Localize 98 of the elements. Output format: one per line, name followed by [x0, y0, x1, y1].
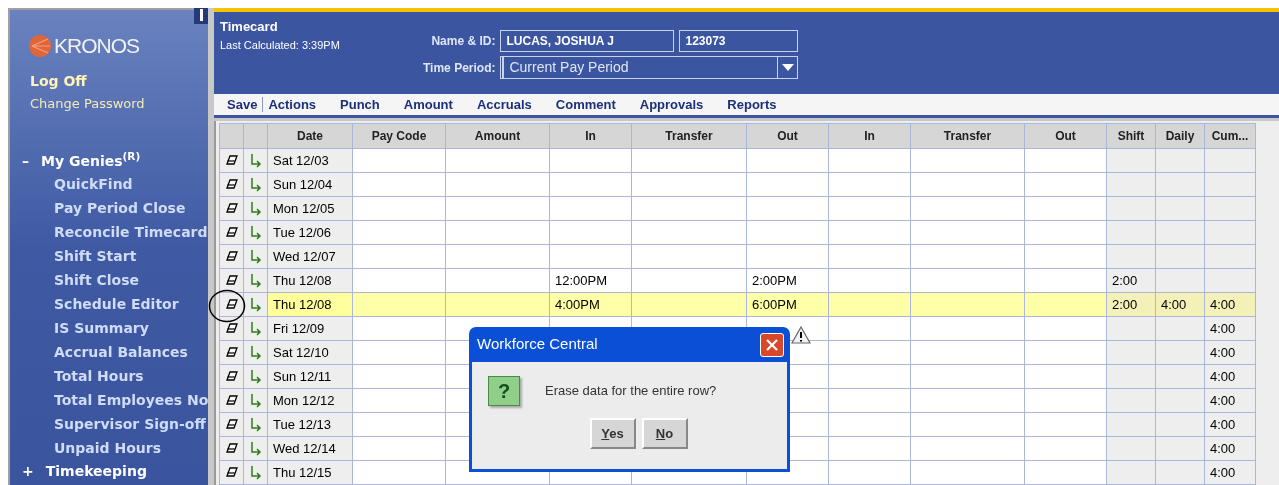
insert-arrow-icon[interactable]: [249, 201, 262, 216]
eraser-icon[interactable]: [225, 323, 238, 334]
eraser-icon[interactable]: [225, 179, 238, 190]
eraser-icon[interactable]: [225, 251, 238, 262]
eraser-icon[interactable]: [225, 299, 238, 310]
highlight-circle: [208, 289, 246, 323]
logo-text: KRONOS: [54, 33, 139, 59]
toolbar-menu-item[interactable]: Punch: [340, 94, 380, 115]
page-title: Timecard: [220, 18, 279, 36]
insert-arrow-icon[interactable]: [249, 153, 262, 168]
name-field[interactable]: LUCAS, JOSHUA J: [500, 30, 675, 52]
time-period-select[interactable]: Current Pay Period: [500, 56, 799, 79]
genie-link[interactable]: Reconcile Timecard: [10, 219, 208, 244]
genie-link[interactable]: Total Employees No: [10, 387, 208, 412]
time-cell: 12:00PM: [549, 268, 632, 293]
insert-arrow-icon[interactable]: [249, 297, 262, 312]
name-label: Name & ID:: [430, 33, 496, 50]
insert-arrow-icon[interactable]: [249, 225, 262, 240]
dialog-button[interactable]: No: [641, 418, 688, 449]
last-calculated: Last Calculated: 3:39PM: [220, 37, 341, 53]
genie-link[interactable]: Pay Period Close: [10, 195, 208, 220]
eraser-icon[interactable]: [225, 203, 238, 214]
table-row[interactable]: Sun 12/04: [219, 172, 1256, 197]
toolbar-menu-item[interactable]: Actions: [268, 94, 317, 115]
column-header[interactable]: Out: [746, 123, 829, 149]
close-button[interactable]: [760, 332, 784, 357]
eraser-icon[interactable]: [225, 155, 238, 166]
header-cell: [243, 123, 268, 149]
eraser-icon[interactable]: [225, 443, 238, 454]
toolbar-menu-item[interactable]: Amount: [403, 94, 453, 115]
column-header[interactable]: Date: [267, 123, 353, 149]
column-header[interactable]: Daily: [1155, 123, 1205, 149]
log-off-link[interactable]: Log Off: [30, 69, 208, 92]
eraser-icon[interactable]: [225, 371, 238, 382]
table-row[interactable]: Thu 12/08 4:00PM 6:00PM 2:00 4:00 4:00: [219, 292, 1256, 317]
section-title[interactable]: Timekeeping: [45, 459, 147, 482]
section-title[interactable]: My Genies$^{(R)}$: [41, 149, 141, 172]
column-header[interactable]: Pay Code: [352, 123, 446, 149]
table-row[interactable]: Mon 12/05: [219, 196, 1256, 221]
table-row[interactable]: Wed 12/07: [219, 244, 1256, 269]
insert-arrow-icon[interactable]: [249, 321, 262, 336]
warning-icon: [791, 326, 811, 344]
collapse-handle[interactable]: [194, 8, 208, 24]
table-row[interactable]: Sat 12/03: [219, 148, 1256, 173]
time-cell: 4:00PM: [549, 292, 632, 317]
column-header[interactable]: Transfer: [910, 123, 1025, 149]
column-header[interactable]: Cum...: [1204, 123, 1256, 149]
toolbar-menu-item[interactable]: Accruals: [476, 94, 532, 115]
eraser-icon[interactable]: [225, 227, 238, 238]
table-row[interactable]: Tue 12/06: [219, 220, 1256, 245]
header-cell: [219, 123, 244, 149]
genie-link[interactable]: IS Summary: [10, 315, 208, 340]
insert-arrow-icon[interactable]: [249, 345, 262, 360]
eraser-icon[interactable]: [225, 347, 238, 358]
eraser-icon[interactable]: [225, 419, 238, 430]
time-cell: 6:00PM: [746, 292, 829, 317]
insert-arrow-icon[interactable]: [249, 273, 262, 288]
column-header[interactable]: Out: [1024, 123, 1107, 149]
column-header[interactable]: In: [549, 123, 632, 149]
logo-icon: [28, 33, 52, 58]
change-password-link[interactable]: Change Password: [30, 91, 208, 116]
eraser-icon[interactable]: [225, 467, 238, 478]
dropdown-caret-icon[interactable]: [781, 64, 794, 71]
genie-link[interactable]: Shift Close: [10, 267, 208, 292]
insert-arrow-icon[interactable]: [249, 393, 262, 408]
dialog-message: Erase data for the entire row?: [545, 382, 717, 401]
time-cell: 2:00PM: [746, 268, 829, 293]
id-field[interactable]: 123073: [679, 30, 799, 52]
genie-link[interactable]: QuickFind: [10, 171, 208, 196]
genie-link[interactable]: Unpaid Hours: [10, 435, 208, 460]
column-header[interactable]: Amount: [445, 123, 550, 149]
column-header[interactable]: Shift: [1106, 123, 1156, 149]
eraser-icon[interactable]: [225, 275, 238, 286]
insert-arrow-icon[interactable]: [249, 417, 262, 432]
genie-link[interactable]: Supervisor Sign-off: [10, 411, 208, 436]
genie-link[interactable]: Schedule Editor: [10, 291, 208, 316]
toggle-sign[interactable]: –: [22, 149, 29, 172]
genie-link[interactable]: Total Hours: [10, 363, 208, 388]
genie-link[interactable]: Shift Start: [10, 243, 208, 268]
question-icon: ?: [488, 376, 520, 406]
eraser-icon[interactable]: [225, 395, 238, 406]
toolbar-menu-item[interactable]: Save: [227, 94, 258, 115]
time-period-label: Time Period:: [423, 59, 496, 77]
column-header[interactable]: Transfer: [631, 123, 747, 149]
table-row[interactable]: Thu 12/08 12:00PM 2:00PM 2:00: [219, 268, 1256, 293]
insert-arrow-icon[interactable]: [249, 465, 262, 480]
column-header[interactable]: In: [828, 123, 911, 149]
insert-arrow-icon[interactable]: [249, 369, 262, 384]
toolbar-menu-item[interactable]: Reports: [727, 94, 777, 115]
toolbar-menu-item[interactable]: Comment: [555, 94, 616, 115]
close-icon: [766, 338, 778, 351]
toggle-sign[interactable]: +: [22, 459, 34, 482]
insert-arrow-icon[interactable]: [249, 177, 262, 192]
toolbar-menu-item[interactable]: Approvals: [639, 94, 704, 115]
insert-arrow-icon[interactable]: [249, 441, 262, 456]
insert-arrow-icon[interactable]: [249, 249, 262, 264]
genie-link[interactable]: Accrual Balances: [10, 339, 208, 364]
dialog-button[interactable]: Yes: [589, 418, 636, 449]
